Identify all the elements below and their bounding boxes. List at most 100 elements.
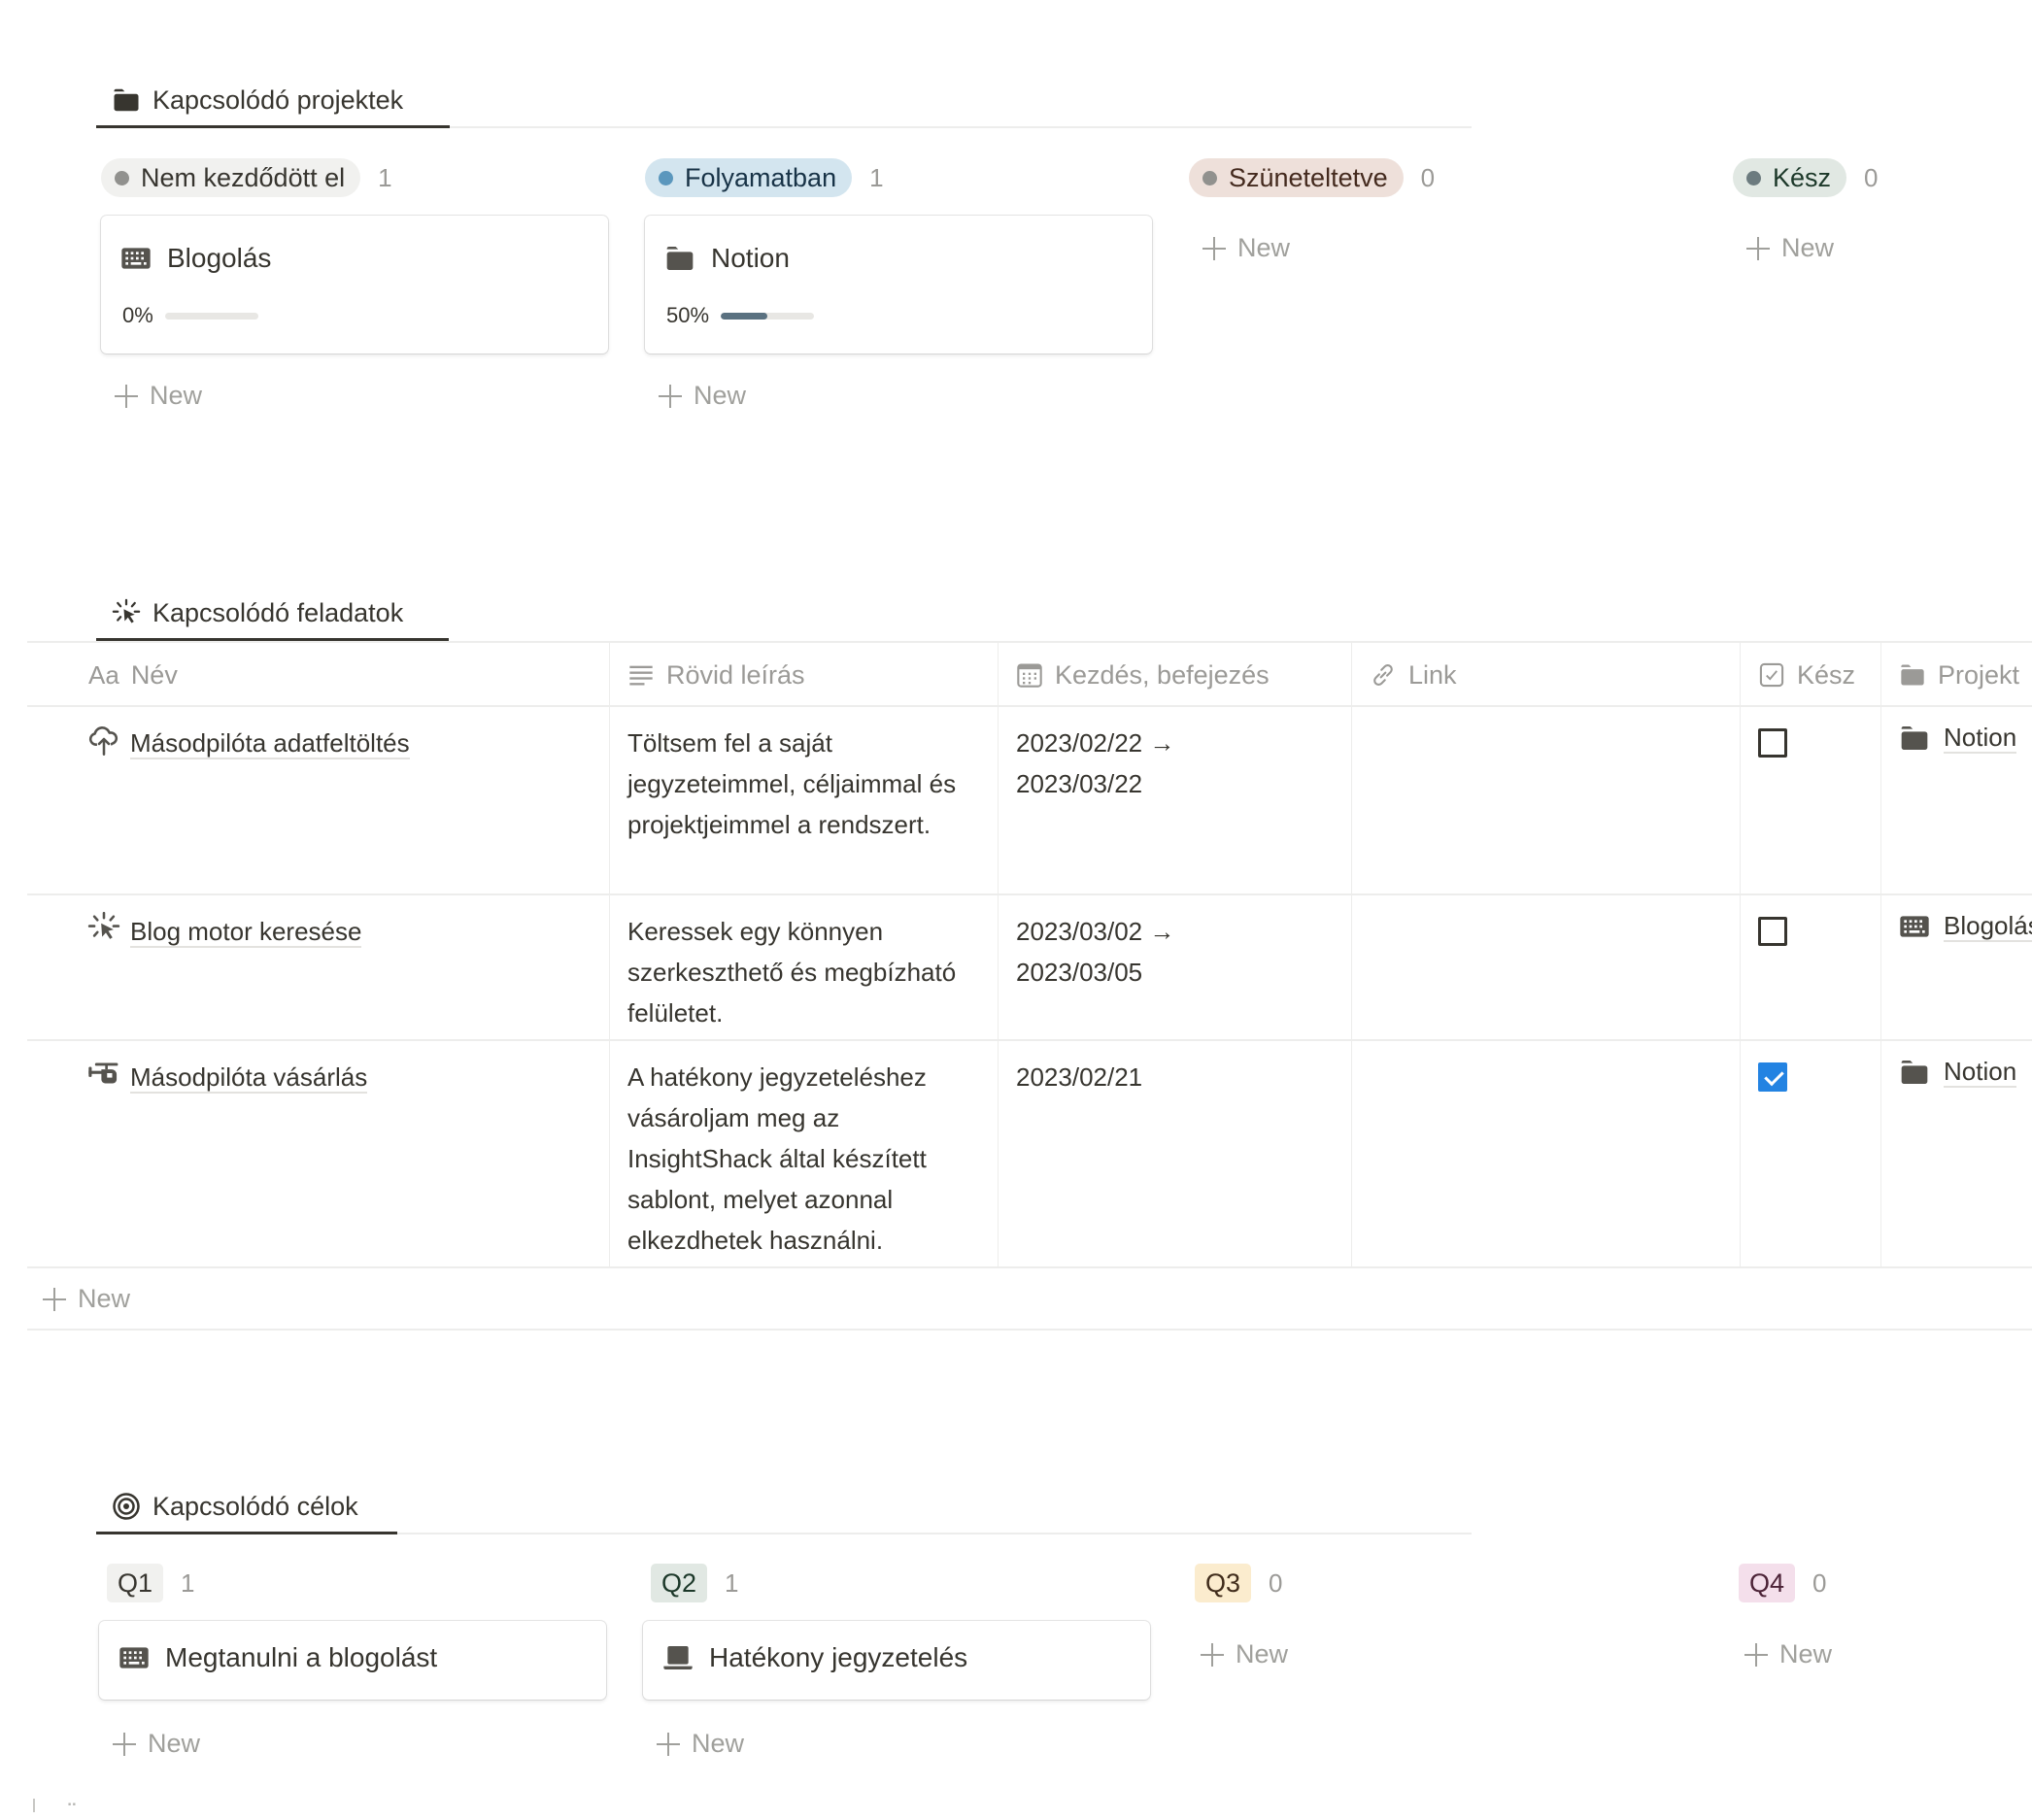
new-label: New — [1779, 1639, 1833, 1668]
text-type-icon: Aa — [88, 660, 119, 690]
cell-done[interactable] — [1741, 707, 1881, 895]
description-text: A hatékony jegyzeteléshez vásároljam meg… — [627, 1062, 927, 1255]
cell-name[interactable]: Másodpilóta adatfeltöltés — [27, 707, 610, 895]
date-end: 2023/03/05 — [1016, 958, 1143, 987]
new-card-button[interactable]: New — [657, 1729, 744, 1759]
progress-bar — [164, 312, 258, 320]
header-link[interactable]: Link — [1352, 643, 1741, 707]
task-name[interactable]: Másodpilóta adatfeltöltés — [87, 723, 592, 759]
date-start: 2023/02/21 — [1016, 1062, 1143, 1092]
header-label: Kezdés, befejezés — [1055, 659, 1270, 690]
target-icon — [112, 1492, 141, 1521]
project-relation[interactable]: Notion — [1899, 723, 2032, 754]
status-dot — [115, 170, 129, 185]
new-card-button[interactable]: New — [1202, 233, 1290, 263]
header-done[interactable]: Kész — [1741, 643, 1881, 707]
header-project[interactable]: Projekt — [1881, 643, 2032, 707]
projects-tabbar: Kapcsolódó projektek — [96, 87, 1472, 128]
new-card-button[interactable]: New — [659, 381, 746, 411]
tab-label: Kapcsolódó projektek — [152, 85, 404, 115]
status-pill: Kész — [1733, 158, 1847, 197]
column-count: 0 — [1812, 1567, 1827, 1598]
cell-dates[interactable]: 2023/02/22 → 2023/03/22 — [999, 707, 1352, 895]
board-column-header[interactable]: Q4 0 — [1739, 1564, 1827, 1602]
new-task-button[interactable]: New — [43, 1284, 130, 1314]
task-name-text[interactable]: Másodpilóta vásárlás — [130, 1062, 368, 1094]
project-link[interactable]: Blogolás — [1944, 911, 2032, 942]
board-column-header[interactable]: Folyamatban 1 — [645, 158, 884, 197]
header-dates[interactable]: Kezdés, befejezés — [999, 643, 1352, 707]
new-card-button[interactable]: New — [1744, 1639, 1832, 1669]
new-row[interactable]: New — [27, 1266, 2032, 1331]
board-column-header[interactable]: Nem kezdődött el 1 — [101, 158, 392, 197]
cell-project[interactable]: Blogolás — [1881, 895, 2032, 1041]
checkbox-icon — [1758, 661, 1785, 689]
quarter-tag: Q2 — [651, 1564, 708, 1602]
new-label: New — [78, 1284, 131, 1313]
new-card-button[interactable]: New — [1746, 233, 1834, 263]
board-column-header[interactable]: Kész 0 — [1733, 158, 1879, 197]
cell-link[interactable] — [1352, 707, 1741, 895]
quarter-tag: Q3 — [1195, 1564, 1252, 1602]
cell-name[interactable]: Blog motor keresése — [27, 895, 610, 1041]
header-name[interactable]: Aa Név — [27, 643, 610, 707]
project-link[interactable]: Notion — [1944, 1057, 2017, 1088]
folder-icon — [664, 243, 695, 274]
column-count: 1 — [725, 1567, 739, 1598]
done-checkbox[interactable] — [1758, 1062, 1787, 1092]
cell-description[interactable]: A hatékony jegyzeteléshez vásároljam meg… — [610, 1041, 999, 1268]
tab-projects[interactable]: Kapcsolódó projektek — [96, 85, 450, 128]
header-label: Projekt — [1938, 659, 2020, 690]
task-name[interactable]: Blog motor keresése — [87, 911, 592, 948]
board-column-header[interactable]: Q2 1 — [651, 1564, 739, 1602]
project-relation[interactable]: Notion — [1899, 1057, 2032, 1088]
plus-icon — [657, 1732, 680, 1756]
tab-tasks[interactable]: Kapcsolódó feladatok — [96, 602, 449, 641]
done-checkbox[interactable] — [1758, 728, 1787, 758]
column-count: 1 — [869, 162, 884, 192]
goal-card[interactable]: Megtanulni a blogolást — [99, 1621, 606, 1700]
board-column-header[interactable]: Q1 1 — [107, 1564, 195, 1602]
board-column-header[interactable]: Q3 0 — [1195, 1564, 1283, 1602]
table-row: Blog motor keresése Keressek egy könnyen … — [27, 893, 2032, 1041]
cell-name[interactable]: Másodpilóta vásárlás — [27, 1041, 610, 1268]
project-card[interactable]: Notion 50% — [645, 216, 1152, 354]
done-checkbox[interactable] — [1758, 917, 1787, 946]
cell-description[interactable]: Keressek egy könnyen szerkeszthető és me… — [610, 895, 999, 1041]
tab-label: Kapcsolódó célok — [152, 1492, 358, 1521]
resize-handle[interactable] — [33, 1799, 35, 1812]
cell-done[interactable] — [1741, 895, 1881, 1041]
new-card-button[interactable]: New — [115, 381, 202, 411]
project-card[interactable]: Blogolás 0% — [101, 216, 608, 354]
header-description[interactable]: Rövid leírás — [610, 643, 999, 707]
board-column-header[interactable]: Szüneteltetve 0 — [1189, 158, 1435, 197]
project-relation[interactable]: Blogolás — [1899, 911, 2032, 942]
column-count: 0 — [1420, 162, 1436, 192]
project-link[interactable]: Notion — [1944, 723, 2017, 754]
progress-label: 0% — [122, 303, 153, 327]
new-card-button[interactable]: New — [1201, 1639, 1288, 1669]
new-card-button[interactable]: New — [113, 1729, 200, 1759]
cell-project[interactable]: Notion — [1881, 1041, 2032, 1268]
drag-handle-icon[interactable]: ⠉ — [66, 1801, 81, 1820]
task-name-text[interactable]: Blog motor keresése — [130, 917, 362, 948]
card-title: Blogolás — [120, 243, 271, 274]
new-label: New — [694, 381, 747, 410]
cell-dates[interactable]: 2023/03/02 → 2023/03/05 — [999, 895, 1352, 1041]
cell-project[interactable]: Notion — [1881, 707, 2032, 895]
goal-card[interactable]: Hatékony jegyzetelés — [643, 1621, 1150, 1700]
cell-link[interactable] — [1352, 895, 1741, 1041]
folder-icon — [112, 85, 141, 115]
status-dot — [1202, 170, 1217, 185]
plus-icon — [1746, 236, 1770, 260]
header-label: Kész — [1797, 659, 1856, 690]
task-name-text[interactable]: Másodpilóta adatfeltöltés — [130, 728, 410, 759]
cell-link[interactable] — [1352, 1041, 1741, 1268]
sparkle-cursor-icon — [87, 911, 120, 944]
tab-goals[interactable]: Kapcsolódó célok — [96, 1492, 397, 1534]
cell-description[interactable]: Töltsem fel a saját jegyzeteimmel, célja… — [610, 707, 999, 895]
cell-done[interactable] — [1741, 1041, 1881, 1268]
status-label: Nem kezdődött el — [141, 162, 346, 192]
task-name[interactable]: Másodpilóta vásárlás — [87, 1057, 592, 1094]
cell-dates[interactable]: 2023/02/21 — [999, 1041, 1352, 1268]
